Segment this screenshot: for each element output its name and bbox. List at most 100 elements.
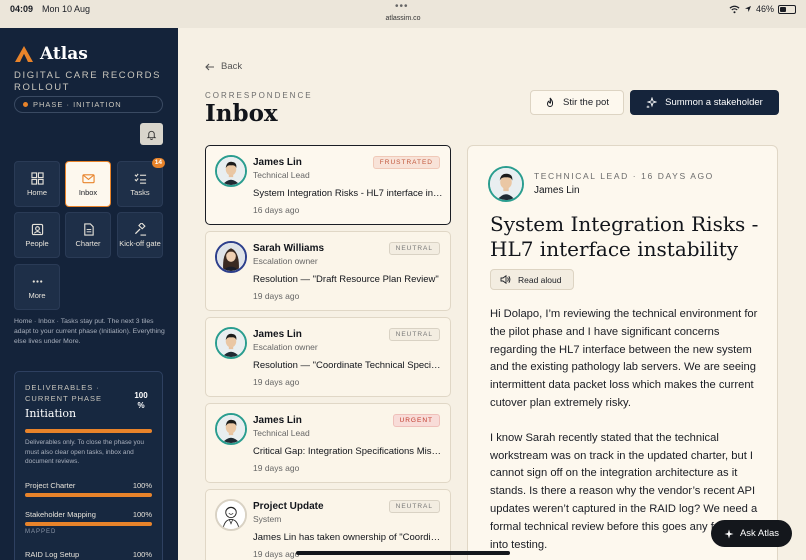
nav-tile-home[interactable]: Home (14, 161, 60, 207)
message-paragraph: Hi Dolapo, I’m reviewing the technical e… (490, 308, 758, 409)
notifications-button[interactable] (140, 123, 163, 145)
message-card[interactable]: James Lin Technical Lead URGENT Critical Ga… (205, 403, 451, 483)
home-indicator[interactable] (296, 551, 510, 555)
brand-name: Atlas (40, 44, 88, 64)
sparkle-icon (646, 97, 658, 108)
message-age: 19 days ago (253, 549, 300, 559)
message-age: 19 days ago (253, 377, 300, 387)
sender-avatar (215, 327, 247, 359)
phase-dot-icon (23, 102, 28, 107)
deliverable-name: RAID Log Setup (25, 550, 80, 559)
project-subtitle: DIGITAL CARE RECORDS ROLLOUT (14, 70, 162, 93)
sender-role: Technical Lead (253, 170, 310, 180)
deliverable-item[interactable]: Stakeholder Mapping 100% (25, 510, 152, 519)
sender-avatar (215, 499, 247, 531)
sketch-avatar-icon (217, 501, 245, 529)
section-label: CORRESPONDENCE (205, 91, 313, 100)
nav-tile-kickoff-gate[interactable]: Kick-off gate (117, 212, 163, 258)
message-subject: Critical Gap: Integration Specifications… (253, 446, 443, 457)
man-avatar-icon (217, 415, 245, 443)
nav-tile-more[interactable]: More (14, 264, 60, 310)
man-avatar-icon (490, 168, 522, 200)
summon-stakeholder-button[interactable]: Summon a stakeholder (630, 90, 779, 115)
deliverable-name: Stakeholder Mapping (25, 510, 96, 519)
message-subject: James Lin has taken ownership of "Coordi… (253, 532, 443, 543)
sparkle-icon (724, 529, 734, 538)
sender-name: Project Update (253, 501, 324, 512)
message-subject: System Integration Risks - HL7 interface… (253, 188, 443, 199)
deliverables-phase: Initiation (25, 407, 77, 420)
checklist-icon (134, 173, 146, 184)
battery-percent: 46% (755, 4, 774, 14)
deliverable-tag: MAPPED (25, 529, 57, 535)
phase-progress-bar (25, 429, 152, 433)
nav-tile-inbox[interactable]: Inbox (65, 161, 111, 207)
status-date: Mon 10 Aug (42, 4, 91, 14)
stir-the-pot-button[interactable]: Stir the pot (530, 90, 624, 115)
more-dots-icon (32, 279, 42, 283)
man-avatar-icon (217, 157, 245, 185)
woman-avatar-icon (217, 243, 245, 271)
phase-progress-fill (25, 429, 152, 433)
sender-avatar (215, 155, 247, 187)
arrow-left-icon (205, 63, 214, 70)
sender-role: Escalation owner (253, 256, 318, 266)
detail-meta: TECHNICAL LEAD · 16 DAYS AGO (534, 171, 714, 181)
bell-icon (146, 130, 157, 140)
sender-name: Sarah Williams (253, 243, 325, 254)
sender-role: System (253, 514, 282, 524)
gavel-icon (134, 222, 146, 236)
brand[interactable]: Atlas (14, 44, 88, 64)
nav-tile-label: Inbox (78, 187, 98, 197)
deliverables-panel: DELIVERABLES · CURRENT PHASE 100 % Initi… (14, 371, 163, 560)
sender-role: Escalation owner (253, 342, 318, 352)
deliverable-item[interactable]: RAID Log Setup 100% (25, 550, 152, 559)
sentiment-badge: URGENT (392, 414, 440, 427)
nav-tile-people[interactable]: People (14, 212, 60, 258)
battery-fill (780, 6, 786, 12)
message-age: 19 days ago (253, 463, 300, 473)
sender-avatar (488, 166, 524, 202)
sender-name: James Lin (253, 415, 302, 426)
nav-note: Home · Inbox · Tasks stay put. The next … (14, 318, 165, 345)
message-subject: Resolution — "Coordinate Technical Speci… (253, 360, 443, 371)
message-card[interactable]: Sarah Williams Escalation owner NEUTRAL Res… (205, 231, 451, 311)
page-title: Inbox (205, 100, 278, 127)
deliverable-value: 100% (132, 481, 152, 490)
sender-avatar (215, 241, 247, 273)
sentiment-badge: NEUTRAL (388, 328, 440, 341)
nav-tile-tasks[interactable]: 14 Tasks (117, 158, 165, 207)
nav-tile-label: More (28, 290, 46, 300)
man-avatar-icon (217, 329, 245, 357)
status-bar: 04:09 Mon 10 Aug ••• atlassim.co 46% (0, 0, 806, 28)
deliverable-value: 100% (132, 550, 152, 559)
read-aloud-label: Read aloud (518, 274, 562, 285)
sidebar: Atlas DIGITAL CARE RECORDS ROLLOUT PHASE… (0, 28, 178, 560)
browser-menu-dots-icon[interactable]: ••• (395, 1, 409, 12)
status-time: 04:09 (10, 4, 34, 14)
sender-name: James Lin (253, 329, 302, 340)
phase-pill: PHASE · INITIATION (14, 96, 163, 113)
nav-tile-label: Charter (75, 238, 101, 248)
deliverable-value: 100% (132, 510, 152, 519)
phase-pill-label: PHASE · INITIATION (33, 100, 122, 109)
message-card[interactable]: Project Update System NEUTRAL James Lin has… (205, 489, 451, 560)
back-link[interactable]: Back (205, 61, 242, 72)
message-detail: TECHNICAL LEAD · 16 DAYS AGO James Lin S… (467, 145, 778, 560)
ask-atlas-button[interactable]: Ask Atlas (711, 520, 792, 547)
deliverable-progress-fill (25, 522, 152, 526)
deliverable-progress-bar (25, 493, 152, 497)
speaker-icon (500, 275, 511, 284)
nav-tile-charter[interactable]: Charter (65, 212, 111, 258)
atlas-logo-icon (15, 46, 33, 62)
message-card[interactable]: James Lin Technical Lead FRUSTRATED System … (205, 145, 451, 225)
message-card[interactable]: James Lin Escalation owner NEUTRAL Resoluti… (205, 317, 451, 397)
nav-tile-label: Tasks (130, 187, 150, 197)
read-aloud-button[interactable]: Read aloud (490, 269, 574, 290)
message-subject: Resolution — "Draft Resource Plan Review… (253, 274, 439, 285)
detail-sender: James Lin (534, 185, 580, 196)
deliverable-name: Project Charter (25, 481, 76, 490)
deliverables-percent: 100 % (134, 391, 148, 410)
deliverable-item[interactable]: Project Charter 100% (25, 481, 152, 490)
address-url[interactable]: atlassim.co (0, 15, 806, 22)
